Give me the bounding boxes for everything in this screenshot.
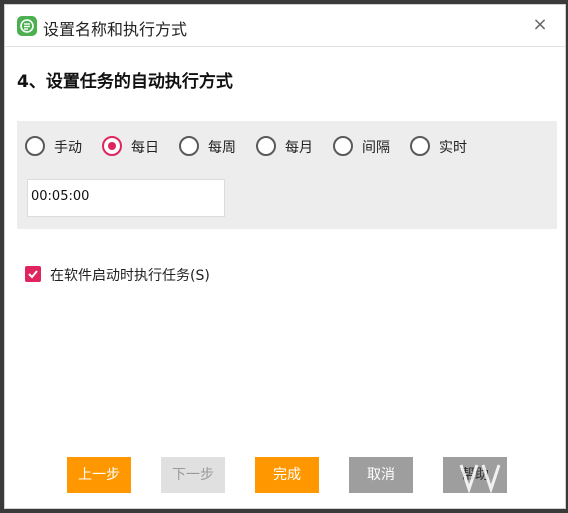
- finish-button[interactable]: 完成: [255, 457, 319, 493]
- radio-circle[interactable]: [25, 136, 45, 156]
- radio-label: 每日: [131, 140, 159, 156]
- radio-circle[interactable]: [179, 136, 199, 156]
- window-title: 设置名称和执行方式: [43, 20, 188, 39]
- radio-circle[interactable]: [256, 136, 276, 156]
- startup-checkbox-label: 在软件启动时执行任务(S): [50, 268, 210, 284]
- radio-label: 每月: [285, 140, 313, 156]
- radio-circle[interactable]: [410, 136, 430, 156]
- dialog-window: 设置名称和执行方式 × 4、设置任务的自动执行方式 手动 每日 每周 每月 间隔…: [4, 4, 566, 509]
- schedule-options-panel: 手动 每日 每周 每月 间隔 实时 00:05:00: [17, 121, 557, 229]
- radio-circle[interactable]: [333, 136, 353, 156]
- step-heading: 4、设置任务的自动执行方式: [17, 72, 233, 92]
- next-button: 下一步: [161, 457, 225, 493]
- radio-label: 间隔: [362, 140, 390, 156]
- radio-label: 每周: [208, 140, 236, 156]
- radio-label: 实时: [439, 140, 467, 156]
- checkmark-icon: [28, 270, 38, 279]
- startup-checkbox[interactable]: [25, 266, 41, 282]
- app-logo-icon: [17, 16, 37, 36]
- time-input[interactable]: 00:05:00: [27, 179, 225, 217]
- radio-label: 手动: [54, 140, 82, 156]
- prev-button[interactable]: 上一步: [67, 457, 131, 493]
- watermark-logo: [459, 464, 561, 494]
- close-icon[interactable]: ×: [529, 14, 551, 36]
- title-bar: 设置名称和执行方式 ×: [5, 5, 565, 47]
- cancel-button[interactable]: 取消: [349, 457, 413, 493]
- radio-circle[interactable]: [102, 136, 122, 156]
